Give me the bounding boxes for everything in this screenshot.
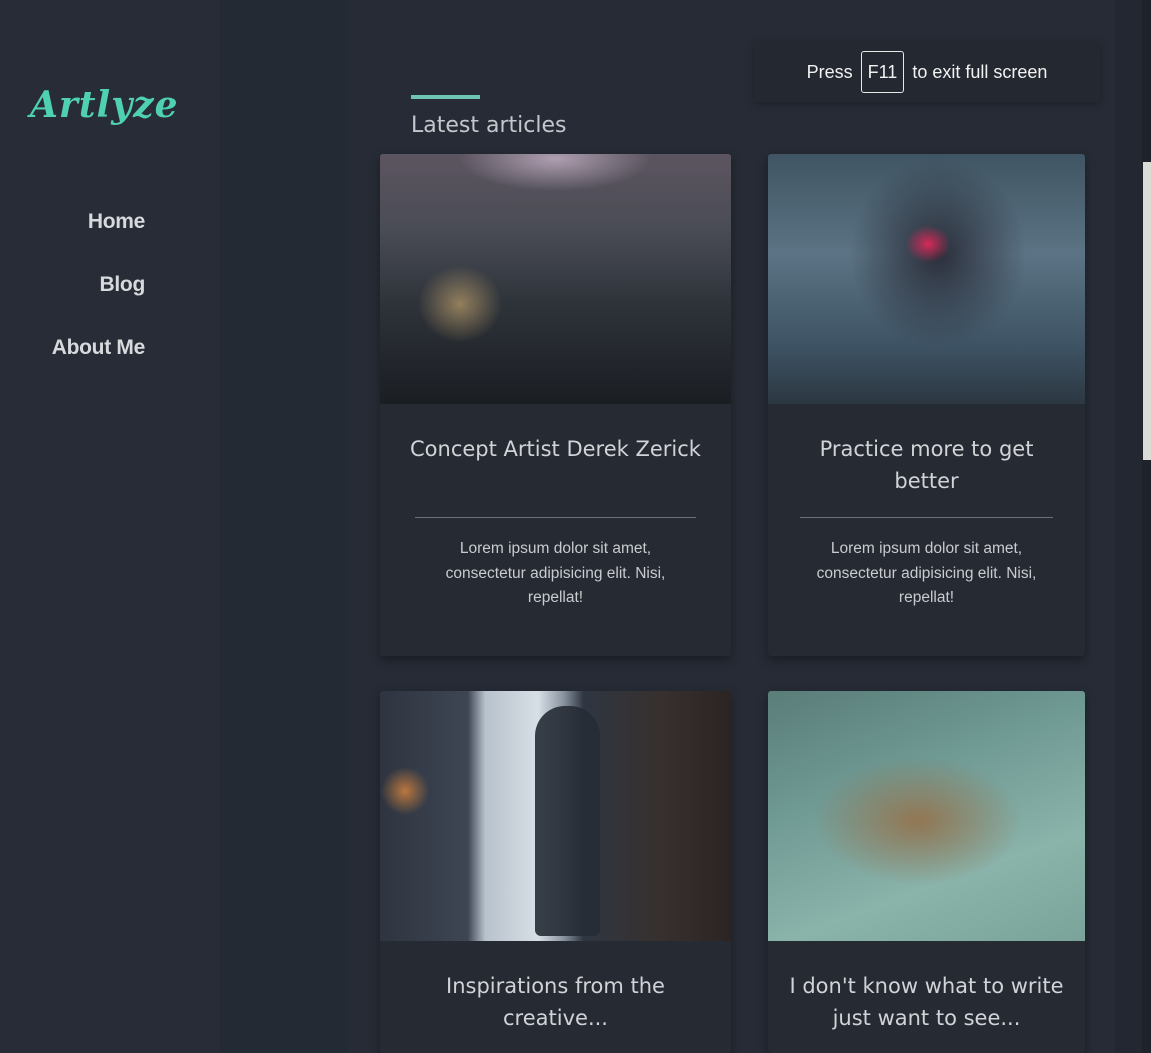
- fullscreen-notice-suffix: to exit full screen: [912, 61, 1048, 82]
- scrollbar-thumb[interactable]: [1143, 162, 1151, 460]
- article-card[interactable]: Practice more to get better Lorem ipsum …: [768, 154, 1085, 656]
- nav-item-blog[interactable]: Blog: [52, 268, 146, 331]
- section-title: Latest articles: [411, 113, 567, 138]
- article-divider: [799, 517, 1054, 518]
- fullscreen-notice-prefix: Press: [806, 61, 853, 82]
- sidebar: Artlyze Home Blog About Me: [0, 0, 220, 1053]
- article-image[interactable]: [768, 154, 1085, 404]
- article-excerpt: Lorem ipsum dolor sit amet, consectetur …: [445, 540, 666, 606]
- section-accent-bar: [411, 95, 480, 99]
- article-image[interactable]: [768, 691, 1085, 941]
- article-title[interactable]: Concept Artist Derek Zerick: [400, 433, 711, 497]
- nav-item-about-me[interactable]: About Me: [52, 331, 146, 394]
- article-title[interactable]: Inspirations from the creative...: [400, 970, 711, 1034]
- article-card[interactable]: Inspirations from the creative...: [380, 691, 731, 1053]
- article-card[interactable]: I don't know what to write just want to …: [768, 691, 1085, 1053]
- site-logo[interactable]: Artlyze: [30, 84, 178, 126]
- article-card[interactable]: Concept Artist Derek Zerick Lorem ipsum …: [380, 154, 731, 656]
- article-image[interactable]: [380, 154, 731, 404]
- main-nav: Home Blog About Me: [52, 205, 146, 394]
- fullscreen-notice: Press F11 to exit full screen: [754, 42, 1100, 102]
- article-excerpt: Lorem ipsum dolor sit amet, consectetur …: [816, 540, 1037, 606]
- article-title[interactable]: Practice more to get better: [788, 433, 1065, 497]
- scrollbar-track[interactable]: [1142, 0, 1151, 1053]
- nav-item-home[interactable]: Home: [52, 205, 145, 268]
- article-image[interactable]: [380, 691, 731, 941]
- article-divider: [415, 517, 696, 518]
- article-title[interactable]: I don't know what to write just want to …: [788, 970, 1065, 1034]
- left-gutter: [220, 0, 348, 1053]
- f11-key: F11: [860, 51, 905, 93]
- figure-silhouette: [535, 706, 600, 936]
- right-gutter: [1115, 0, 1142, 1053]
